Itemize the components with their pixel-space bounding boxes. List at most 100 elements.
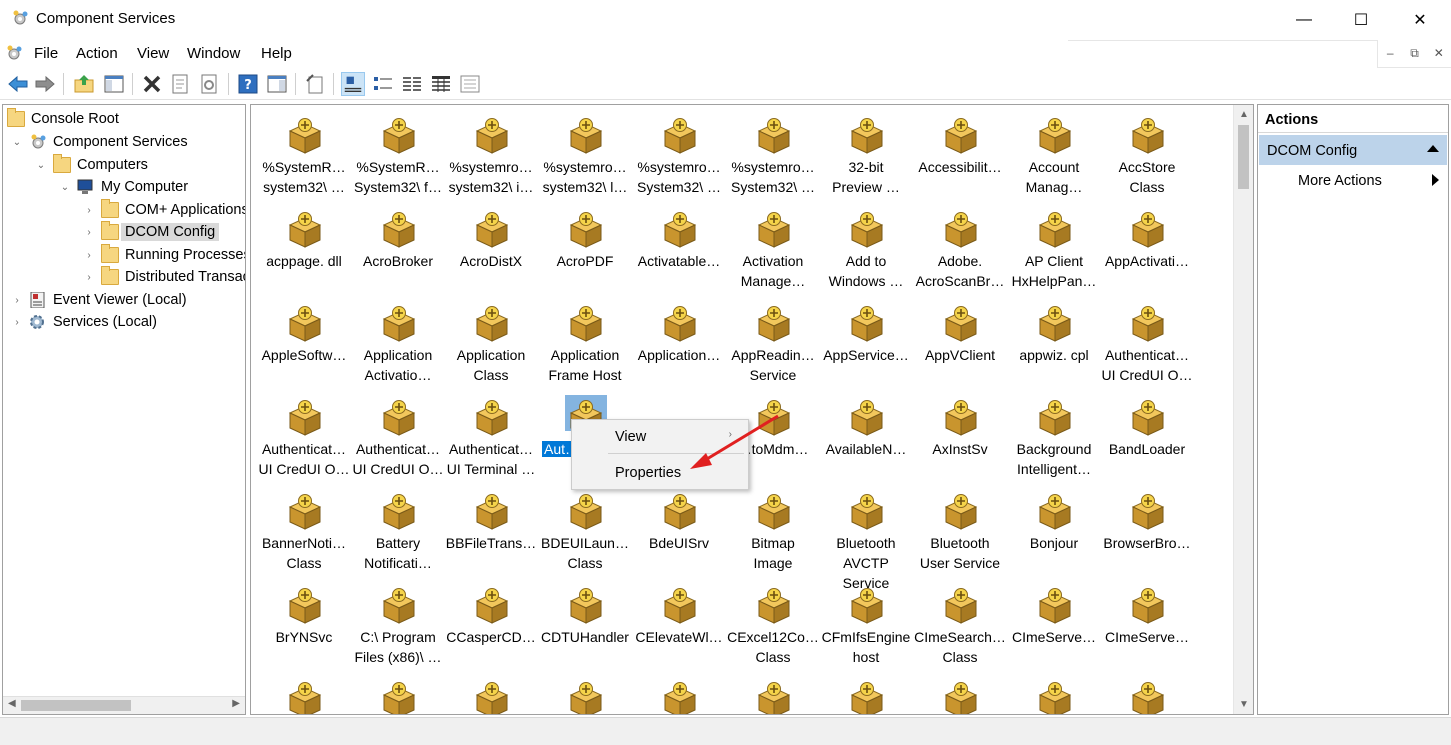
mdi-minimize-button[interactable]: – [1378,40,1402,67]
scrollbar-thumb[interactable] [21,700,131,711]
component-item[interactable]: %systemro… System32\ … [727,107,819,199]
mdi-close-button[interactable]: ✕ [1427,40,1451,67]
scroll-up-icon[interactable]: ▲ [1239,109,1249,120]
component-item[interactable]: Authenticat… UI CredUI O… [258,389,350,481]
component-item[interactable]: Application… [633,295,725,387]
configure-view-icon[interactable] [458,72,482,96]
scroll-right-icon[interactable]: ▶ [232,698,240,709]
show-hide-console-tree-icon[interactable] [102,72,126,96]
component-item[interactable]: AcroPDF [539,201,631,293]
maximize-button[interactable]: ☐ [1333,0,1389,40]
component-item[interactable] [539,671,631,714]
component-item[interactable] [1008,671,1100,714]
component-item[interactable]: 32-bit Preview … [820,107,912,199]
component-item[interactable]: C:\ Program Files (x86)\ … [352,577,444,669]
close-button[interactable]: ✕ [1392,0,1448,40]
tree-item-event-viewer[interactable]: › Event Viewer (Local) [11,289,187,311]
component-item[interactable]: BrowserBro… [1101,483,1193,575]
component-item[interactable] [1101,671,1193,714]
component-item[interactable]: AppReadin… Service [727,295,819,387]
scrollbar-thumb[interactable] [1238,125,1249,189]
component-item[interactable]: AxInstSv [914,389,1006,481]
show-hide-action-pane-icon[interactable] [265,72,289,96]
export-list-icon[interactable] [303,72,327,96]
tree-item-distributed-transaction-coordinator[interactable]: › Distributed Transaction Coordinator [83,266,245,288]
chevron-right-icon[interactable]: › [83,205,95,216]
component-item[interactable]: Accessibilit… [914,107,1006,199]
component-item[interactable]: BdeUISrv [633,483,725,575]
component-item[interactable]: AcroBroker [352,201,444,293]
results-vertical-scrollbar[interactable]: ▲ ▼ [1233,105,1253,714]
chevron-right-icon[interactable]: › [11,295,23,306]
component-item[interactable]: CImeSearch… Class [914,577,1006,669]
component-item[interactable]: Background Intelligent… [1008,389,1100,481]
component-item[interactable]: BandLoader [1101,389,1193,481]
context-menu-properties[interactable]: Properties [615,465,681,481]
component-item[interactable]: acppage. dll [258,201,350,293]
component-item[interactable]: BrYNSvc [258,577,350,669]
tree-item-dcom-config[interactable]: › DCOM Config [83,221,220,243]
menu-action[interactable]: Action [76,45,118,62]
refresh-icon[interactable] [197,72,221,96]
large-icons-view-icon[interactable] [341,72,365,96]
chevron-down-icon[interactable]: ⌄ [59,182,71,193]
back-icon[interactable] [6,72,30,96]
component-item[interactable]: AppleSoftw… [258,295,350,387]
details-view-icon[interactable] [429,72,453,96]
component-item[interactable]: Bonjour [1008,483,1100,575]
help-icon[interactable]: ? [236,72,260,96]
scroll-down-icon[interactable]: ▼ [1239,699,1249,710]
component-item[interactable] [258,671,350,714]
component-item[interactable]: AccStore Class [1101,107,1193,199]
component-item[interactable]: %systemro… System32\ … [633,107,725,199]
small-icons-view-icon[interactable] [371,72,395,96]
component-item[interactable]: Bluetooth AVCTP Service [820,483,912,591]
up-folder-icon[interactable] [72,72,96,96]
component-item[interactable] [727,671,819,714]
list-view-icon[interactable] [400,72,424,96]
context-menu-view[interactable]: View [615,429,646,445]
component-item[interactable] [445,671,537,714]
component-item[interactable]: Bitmap Image [727,483,819,575]
chevron-down-icon[interactable]: ⌄ [35,160,47,171]
component-item[interactable]: AP Client HxHelpPan… [1008,201,1100,293]
component-item[interactable]: Battery Notificati… [352,483,444,575]
component-item[interactable]: CExcel12Co… Class [727,577,819,669]
tree-horizontal-scrollbar[interactable]: ◀ ▶ [3,696,245,714]
mdi-restore-button[interactable]: ⧉ [1402,40,1426,67]
collapse-up-icon[interactable] [1427,145,1439,152]
tree-item-my-computer[interactable]: ⌄ My Computer [59,176,188,198]
chevron-right-icon[interactable]: › [11,317,23,328]
chevron-right-icon[interactable]: › [83,272,95,283]
component-item[interactable]: Authenticat… UI CredUI O… [1101,295,1193,387]
component-item[interactable] [633,671,725,714]
delete-icon[interactable] [140,72,164,96]
component-item[interactable]: AppActivati… [1101,201,1193,293]
actions-section-dcom-config[interactable]: DCOM Config [1259,135,1447,165]
tree-item-services[interactable]: › Services (Local) [11,311,157,333]
component-item[interactable]: Authenticat… UI Terminal … [445,389,537,481]
forward-icon[interactable] [33,72,57,96]
component-item[interactable]: BDEUILaun… Class [539,483,631,575]
component-item[interactable]: Application Activatio… [352,295,444,387]
menu-file[interactable]: File [34,45,58,62]
menu-view[interactable]: View [137,45,169,62]
menu-window[interactable]: Window [187,45,240,62]
component-item[interactable]: CFmIfsEngine host [820,577,912,669]
component-item[interactable]: %systemro… system32\ l… [539,107,631,199]
component-item[interactable]: CImeServe… [1008,577,1100,669]
component-item[interactable]: Account Manag… [1008,107,1100,199]
component-item[interactable]: CImeServe… [1101,577,1193,669]
tree-item-com-plus-applications[interactable]: › COM+ Applications [83,199,245,221]
component-item[interactable]: appwiz. cpl [1008,295,1100,387]
component-item[interactable]: CElevateWl… [633,577,725,669]
component-item[interactable]: Application Class [445,295,537,387]
component-item[interactable] [352,671,444,714]
component-item[interactable]: CDTUHandler [539,577,631,669]
component-item[interactable]: Bluetooth User Service [914,483,1006,575]
minimize-button[interactable]: — [1276,0,1332,40]
component-item[interactable]: %SystemR… System32\ f… [352,107,444,199]
component-item[interactable]: Add to Windows … [820,201,912,293]
component-item[interactable] [914,671,1006,714]
tree-item-console-root[interactable]: Console Root [7,108,119,130]
